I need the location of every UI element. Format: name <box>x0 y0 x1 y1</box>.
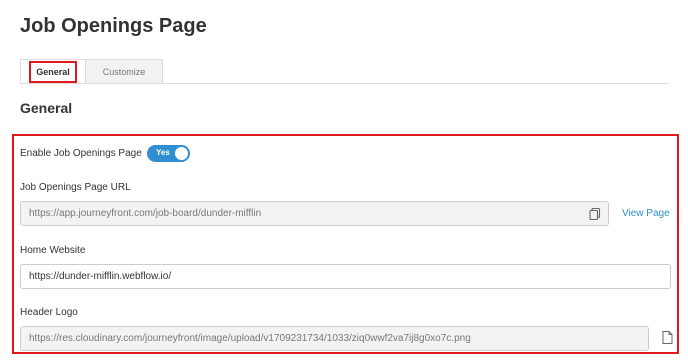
header-logo-label: Header Logo <box>20 307 78 318</box>
enable-label: Enable Job Openings Page <box>20 148 142 159</box>
url-label: Job Openings Page URL <box>20 182 131 193</box>
home-website-input[interactable]: https://dunder-mifflin.webflow.io/ <box>20 264 671 289</box>
tab-bar: General Customize <box>20 59 163 84</box>
file-icon[interactable] <box>662 331 673 344</box>
tab-general-label: General <box>29 60 77 83</box>
url-field[interactable]: https://app.journeyfront.com/job-board/d… <box>20 201 609 226</box>
tab-general[interactable]: General <box>20 59 86 83</box>
header-logo-field[interactable]: https://res.cloudinary.com/journeyfront/… <box>20 326 649 351</box>
toggle-label: Yes <box>156 148 170 157</box>
home-website-value: https://dunder-mifflin.webflow.io/ <box>29 271 172 282</box>
copy-icon[interactable] <box>588 207 602 221</box>
enable-toggle[interactable]: Yes <box>147 145 190 162</box>
highlight-box <box>12 134 679 354</box>
url-value: https://app.journeyfront.com/job-board/d… <box>29 208 262 219</box>
page: Job Openings Page General Customize Gene… <box>0 0 688 364</box>
tab-customize-label: Customize <box>102 66 146 77</box>
toggle-knob <box>175 147 188 160</box>
header-logo-value: https://res.cloudinary.com/journeyfront/… <box>29 333 471 344</box>
tab-customize[interactable]: Customize <box>86 59 163 83</box>
section-title: General <box>20 100 73 116</box>
view-page-link[interactable]: View Page <box>622 208 670 219</box>
tab-divider <box>20 83 669 84</box>
page-title: Job Openings Page <box>20 15 207 37</box>
home-website-label: Home Website <box>20 245 86 256</box>
